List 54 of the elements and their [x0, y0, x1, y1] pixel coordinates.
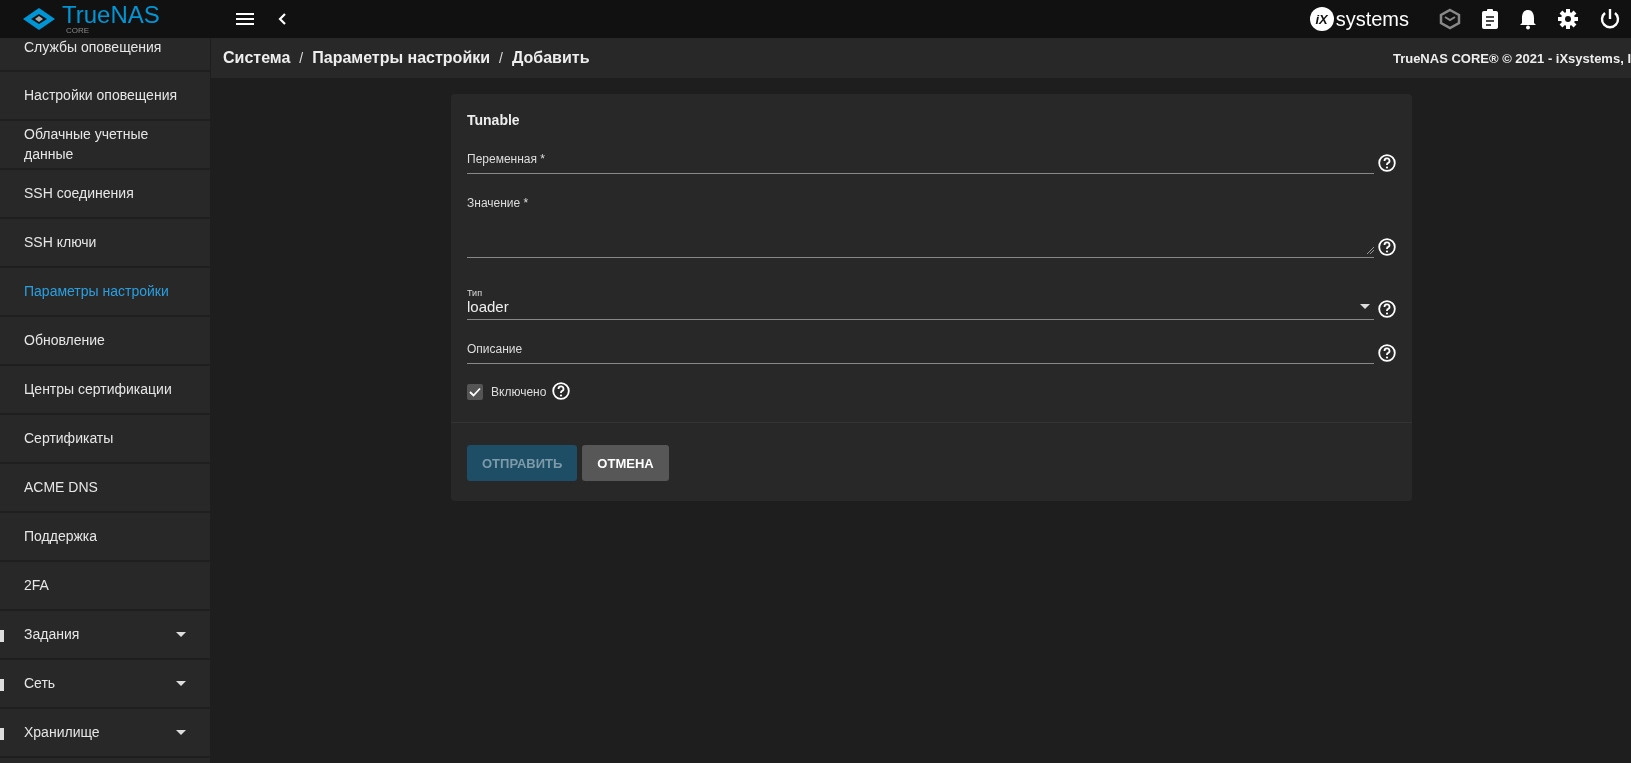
sidebar-item[interactable]: Службы оповещения — [24, 38, 162, 58]
sidebar-item[interactable]: Поддержка — [24, 526, 98, 547]
menu-group-icon — [0, 630, 4, 642]
caret-icon[interactable] — [1360, 304, 1370, 309]
form-title: Tunable — [467, 112, 521, 128]
breadcrumb-link[interactable]: Добавить — [511, 49, 590, 67]
sidebar-item[interactable]: ACME DNS — [24, 477, 98, 498]
sidebar-item[interactable]: SSH ключи — [24, 232, 97, 253]
chevron-left-icon[interactable] — [278, 13, 286, 25]
clipboard-icon[interactable] — [1481, 8, 1499, 30]
checkbox[interactable] — [467, 384, 483, 400]
sidebar-item[interactable]: Центры сертификации — [24, 379, 172, 400]
logo-edition: CORE — [66, 27, 91, 35]
logo-name: TrueNAS — [62, 3, 160, 27]
help-icon[interactable] — [1378, 238, 1396, 256]
cube-icon[interactable] — [1439, 8, 1461, 30]
help-icon[interactable] — [1378, 300, 1396, 318]
menu-icon[interactable] — [236, 13, 254, 25]
textarea-field[interactable]: Значение * — [467, 196, 1374, 258]
resize-handle-icon[interactable] — [1366, 246, 1374, 254]
breadcrumb-separator: / — [299, 50, 304, 66]
sidebar-item[interactable]: 2FA — [24, 575, 49, 596]
input-field[interactable]: Переменная * — [467, 152, 1374, 174]
vendor-logo-name: systems — [1335, 7, 1409, 31]
sidebar-item[interactable]: Параметры настройки — [24, 281, 169, 302]
breadcrumb-link[interactable]: Параметры настройки — [312, 49, 491, 67]
breadcrumb-separator: / — [499, 50, 503, 66]
input-field[interactable]: Описание — [467, 342, 1374, 364]
caret-icon[interactable] — [176, 730, 186, 735]
breadcrumb-link[interactable]: Система — [223, 49, 291, 67]
sidebar-group[interactable]: Сеть — [24, 673, 176, 694]
sidebar-item[interactable]: Настройки оповещения — [24, 85, 178, 106]
vendor-logo-mark: iX — [1309, 7, 1334, 31]
sidebar-item[interactable]: Сертификаты — [24, 428, 114, 449]
menu-group-icon — [0, 679, 4, 691]
power-icon[interactable] — [1599, 8, 1621, 30]
help-icon[interactable] — [1378, 154, 1396, 172]
cancel-button[interactable]: ОТМЕНА — [582, 445, 669, 481]
select-field[interactable]: Тип loader — [467, 280, 1374, 320]
checkbox-label: Включено — [491, 385, 547, 399]
sidebar-item[interactable]: SSH соединения — [24, 183, 134, 204]
sidebar-item[interactable]: Обновление — [24, 330, 105, 351]
caret-icon[interactable] — [176, 681, 186, 686]
sidebar-group[interactable]: Хранилище — [24, 722, 176, 743]
caret-icon[interactable] — [176, 632, 186, 637]
sidebar-group[interactable]: Задания — [24, 624, 176, 645]
logo-icon — [22, 7, 56, 31]
help-icon[interactable] — [1378, 344, 1396, 362]
bell-icon[interactable] — [1519, 8, 1537, 30]
copyright-text: TrueNAS CORE® © 2021 - iXsystems, I — [1392, 50, 1631, 66]
settings-icon[interactable] — [1557, 8, 1579, 30]
menu-group-icon — [0, 728, 4, 740]
sidebar-item[interactable]: Облачные учетные данные — [24, 124, 184, 165]
help-icon[interactable] — [552, 382, 571, 400]
